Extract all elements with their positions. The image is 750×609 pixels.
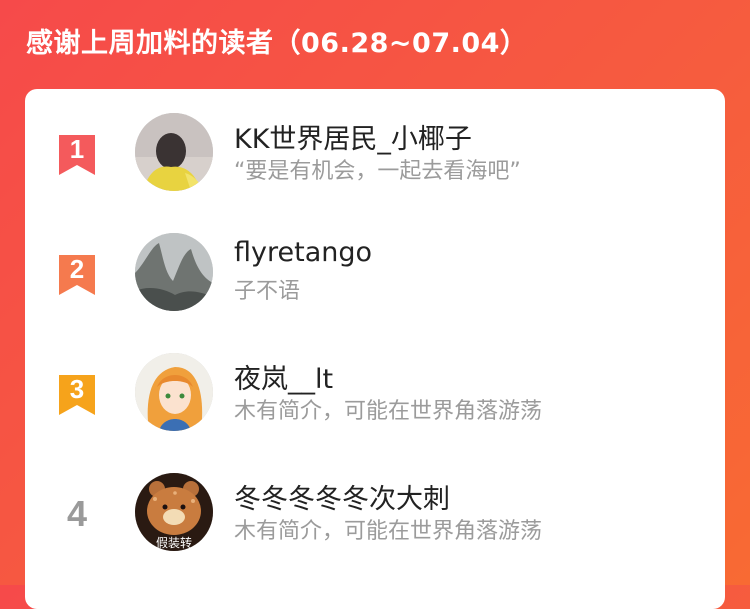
reader-bio: 木有简介，可能在世界角落游荡 [234, 519, 543, 544]
reader-bio: 木有简介，可能在世界角落游荡 [234, 399, 543, 424]
rank-number: 4 [66, 493, 88, 534]
avatar[interactable] [135, 353, 213, 431]
avatar[interactable] [135, 113, 213, 191]
list-item[interactable]: 2 flyretango 子不语 [25, 231, 725, 331]
list-item[interactable]: 1 KK世界居民_小椰子 “要是有机会，一起去看海吧” [25, 111, 725, 211]
reader-bio: 子不语 [234, 279, 301, 304]
reader-name: 夜岚__lt [234, 364, 334, 395]
reader-list-card: 1 KK世界居民_小椰子 “要是有机会，一起去看海吧” 2 flyretango… [25, 89, 725, 609]
reader-bio: “要是有机会，一起去看海吧” [234, 159, 521, 184]
reader-name: KK世界居民_小椰子 [234, 124, 472, 155]
rank-number: 1 [69, 134, 85, 164]
list-item[interactable]: 4 假装转 冬冬冬冬冬次大刺 木有简介，可能在世界角落游荡 [25, 471, 725, 571]
rank-badge-1: 1 [57, 133, 97, 177]
reader-name: flyretango [234, 237, 373, 268]
reader-name: 冬冬冬冬冬次大刺 [234, 484, 450, 515]
svg-text:假装转: 假装转 [156, 535, 192, 550]
rank-badge-2: 2 [57, 253, 97, 297]
rank-number: 3 [69, 374, 85, 404]
list-item[interactable]: 3 夜岚__lt 木有简介，可能在世界角落游荡 [25, 351, 725, 451]
page-title: 感谢上周加料的读者（06.28~07.04） [26, 28, 528, 59]
avatar[interactable]: 假装转 [135, 473, 213, 551]
avatar[interactable] [135, 233, 213, 311]
rank-number: 2 [69, 254, 85, 284]
rank-badge-3: 3 [57, 373, 97, 417]
